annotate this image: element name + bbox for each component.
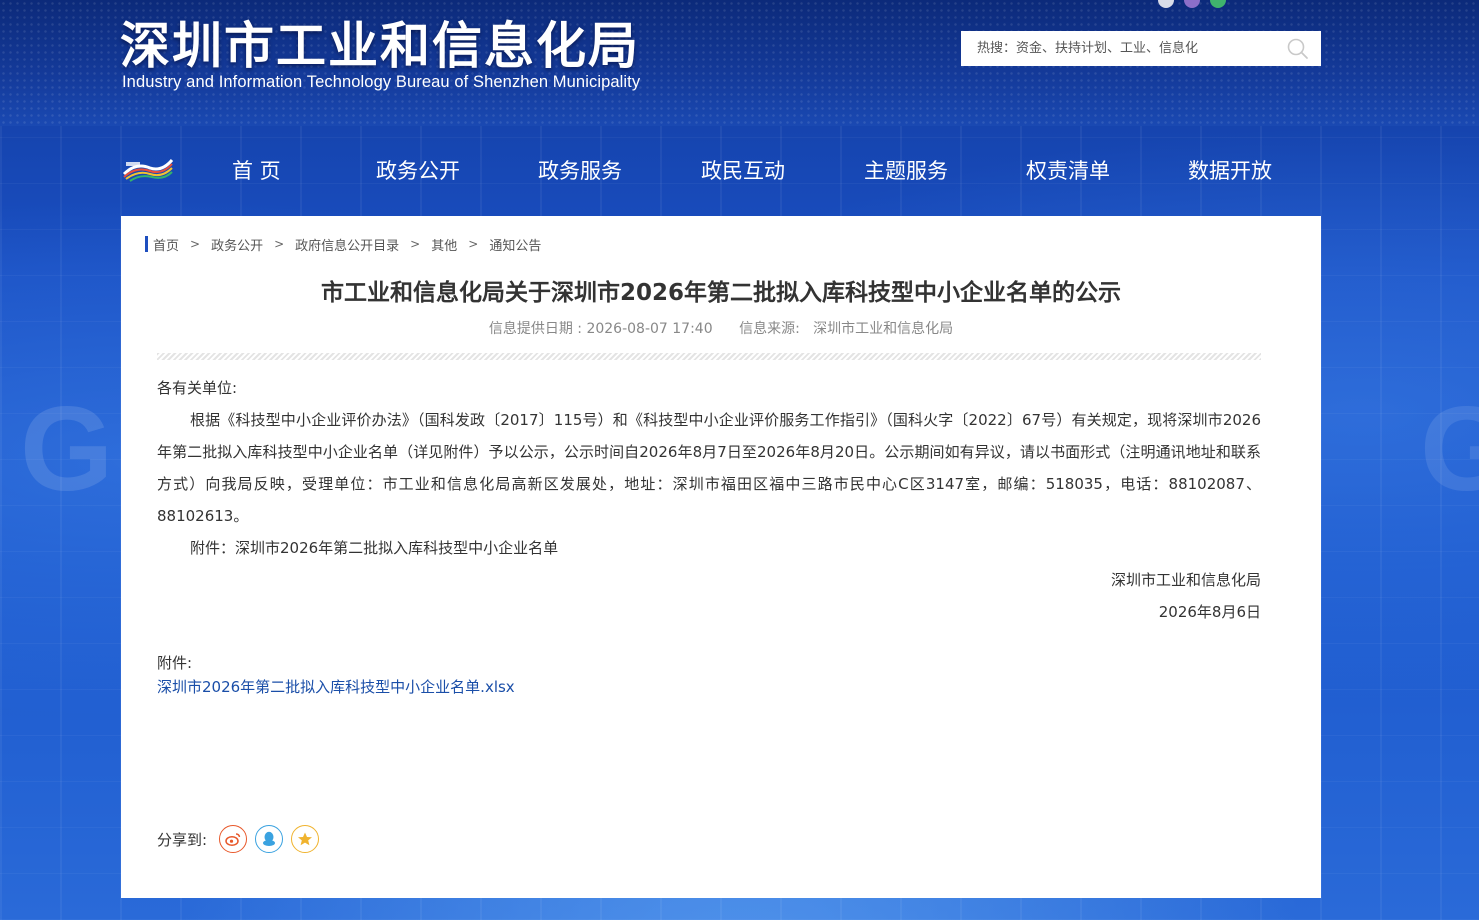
qzone-icon[interactable] (291, 825, 320, 853)
article-title: 市工业和信息化局关于深圳市2026年第二批拟入库科技型中小企业名单的公示 (320, 280, 1121, 306)
background-decoration-left: G (20, 382, 114, 516)
background-decoration-right: G (1420, 382, 1479, 516)
nav-item-government-affairs[interactable]: 政务公开 (376, 155, 460, 185)
attachment-download-link[interactable]: 深圳市2026年第二批拟入库科技型中小企业名单.xlsx (157, 676, 515, 697)
article-meta: 信息提供日期 : 2026-08-07 17:40 信息来源: 深圳市工业和信息… (121, 318, 1321, 338)
site-logo-title[interactable]: 深圳市工业和信息化局 (120, 6, 640, 78)
article-signature: 深圳市工业和信息化局 (1110, 571, 1261, 589)
nav-item-responsibility-list[interactable]: 权责清单 (1026, 155, 1110, 185)
nav-logo-icon[interactable] (122, 156, 174, 182)
breadcrumb-separator: > (190, 237, 201, 251)
article-body: 各有关单位: 根据《科技型中小企业评价办法》（国科发政〔2017〕115号）和《… (157, 372, 1261, 628)
main-nav: 首 页 政务公开 政务服务 政民互动 主题服务 权责清单 数据开放 (120, 126, 1320, 216)
language-icon[interactable] (1184, 0, 1200, 8)
breadcrumb-government-affairs[interactable]: 政务公开 (211, 235, 263, 254)
article-sign-date: 2026年8月6日 (1158, 603, 1261, 621)
search-input[interactable] (961, 32, 1275, 65)
article-salutation: 各有关单位: (157, 379, 238, 397)
attachments-label: 附件: (157, 654, 193, 672)
nav-item-home[interactable]: 首 页 (232, 155, 281, 185)
breadcrumb: 首页 > 政务公开 > 政府信息公开目录 > 其他 > 通知公告 (145, 235, 541, 254)
breadcrumb-other[interactable]: 其他 (431, 235, 457, 254)
site-logo-subtitle: Industry and Information Technology Bure… (122, 73, 641, 91)
share-bar: 分享到: (157, 825, 327, 853)
breadcrumb-separator: > (274, 237, 285, 251)
mobile-icon[interactable] (1210, 0, 1226, 8)
breadcrumb-home[interactable]: 首页 (153, 235, 179, 254)
nav-item-theme-services[interactable]: 主题服务 (864, 155, 948, 185)
article-card: 首页 > 政务公开 > 政府信息公开目录 > 其他 > 通知公告 市工业和信息化… (121, 216, 1321, 898)
search-icon[interactable] (1275, 31, 1321, 66)
breadcrumb-separator: > (410, 237, 421, 251)
article-source: 信息来源: 深圳市工业和信息化局 (739, 321, 954, 337)
nav-item-government-services[interactable]: 政务服务 (538, 155, 622, 185)
nav-item-open-data[interactable]: 数据开放 (1188, 155, 1272, 185)
search-bar (961, 31, 1321, 66)
breadcrumb-info-catalog[interactable]: 政府信息公开目录 (295, 235, 399, 254)
breadcrumb-separator: > (468, 237, 479, 251)
weibo-icon[interactable] (219, 825, 248, 853)
top-utility-icons (1158, 0, 1226, 8)
article-attachment-line: 附件：深圳市2026年第二批拟入库科技型中小企业名单 (190, 539, 559, 557)
qq-icon[interactable] (255, 825, 284, 853)
article-date: 信息提供日期 : 2026-08-07 17:40 (488, 321, 713, 337)
accessibility-icon[interactable] (1158, 0, 1174, 8)
title-divider (157, 353, 1261, 360)
article-paragraph: 根据《科技型中小企业评价办法》（国科发政〔2017〕115号）和《科技型中小企业… (157, 411, 1261, 525)
nav-item-interaction[interactable]: 政民互动 (701, 155, 785, 185)
share-label: 分享到: (157, 830, 208, 849)
breadcrumb-notice[interactable]: 通知公告 (489, 235, 541, 254)
